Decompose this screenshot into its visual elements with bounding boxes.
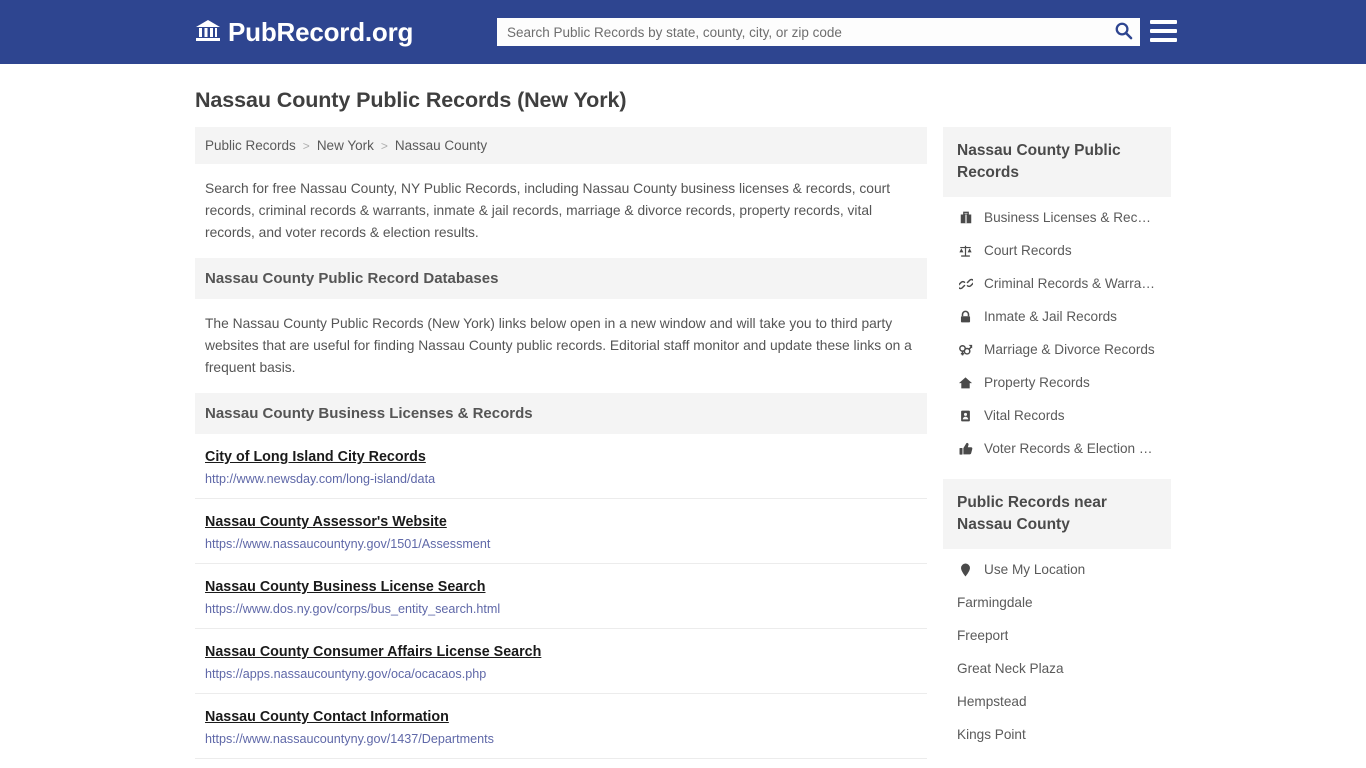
record-link-title[interactable]: City of Long Island City Records: [205, 449, 426, 465]
id-card-icon: [957, 409, 974, 423]
breadcrumb-item-new-york[interactable]: New York: [317, 138, 374, 153]
sidebar-nearby-list: Use My Location Farmingdale Freeport Gre…: [943, 549, 1171, 751]
briefcase-icon: [957, 211, 974, 225]
record-link-title[interactable]: Nassau County Assessor's Website: [205, 514, 447, 530]
scales-of-justice-icon: [957, 244, 974, 258]
sidebar-item-label: Court Records: [984, 243, 1072, 258]
breadcrumb: Public Records > New York > Nassau Count…: [195, 127, 927, 164]
record-link-url: https://www.dos.ny.gov/corps/bus_entity_…: [205, 602, 501, 616]
sidebar: Nassau County Public Records Business Li…: [943, 127, 1171, 751]
main-column: Public Records > New York > Nassau Count…: [195, 127, 927, 768]
record-link-title[interactable]: Nassau County Contact Information: [205, 709, 449, 725]
sidebar-nearby-heading: Public Records near Nassau County: [943, 479, 1171, 549]
site-logo-text: PubRecord.org: [228, 16, 414, 47]
sidebar-item-label: Farmingdale: [957, 595, 1033, 610]
sidebar-records-list: Business Licenses & Records Court Record…: [943, 197, 1171, 465]
hamburger-bar: [1150, 29, 1177, 33]
breadcrumb-item-public-records[interactable]: Public Records: [205, 138, 296, 153]
bank-building-icon: [195, 18, 221, 47]
databases-section-heading: Nassau County Public Record Databases: [195, 258, 927, 299]
record-link-url: http://www.newsday.com/long-island/data: [205, 472, 436, 486]
sidebar-item-criminal-records[interactable]: Criminal Records & Warrants: [943, 267, 1171, 300]
sidebar-item-label: Criminal Records & Warrants: [984, 276, 1157, 291]
record-link-title[interactable]: Nassau County Business License Search: [205, 579, 486, 595]
sidebar-item-freeport[interactable]: Freeport: [943, 619, 1171, 652]
sidebar-item-label: Freeport: [957, 628, 1009, 643]
sidebar-item-use-my-location[interactable]: Use My Location: [943, 553, 1171, 586]
search-bar: [497, 18, 1140, 46]
databases-section-description: The Nassau County Public Records (New Yo…: [205, 316, 912, 375]
sidebar-nearby-panel: Public Records near Nassau County Use My…: [943, 479, 1171, 751]
page-container: Nassau County Public Records (New York) …: [0, 64, 1366, 768]
sidebar-item-label: Great Neck Plaza: [957, 661, 1064, 676]
home-icon: [957, 376, 974, 390]
record-link-url: https://www.nassaucountyny.gov/1437/Depa…: [205, 732, 494, 746]
sidebar-item-label: Inmate & Jail Records: [984, 309, 1117, 324]
sidebar-item-great-neck-plaza[interactable]: Great Neck Plaza: [943, 652, 1171, 685]
sidebar-item-label: Use My Location: [984, 562, 1086, 577]
record-link-url: https://www.nassaucountyny.gov/1501/Asse…: [205, 537, 491, 551]
hamburger-menu-icon[interactable]: [1150, 18, 1177, 44]
sidebar-item-label: Marriage & Divorce Records: [984, 342, 1155, 357]
sidebar-item-label: Kings Point: [957, 727, 1026, 742]
sidebar-item-voter-records[interactable]: Voter Records & Election R…: [943, 432, 1171, 465]
search-input[interactable]: [497, 18, 1106, 46]
sidebar-records-panel: Nassau County Public Records Business Li…: [943, 127, 1171, 465]
sidebar-item-hempstead[interactable]: Hempstead: [943, 685, 1171, 718]
page-title: Nassau County Public Records (New York): [195, 88, 627, 112]
lock-icon: [957, 310, 974, 324]
hamburger-bar: [1150, 20, 1177, 24]
list-item: Nassau County Business License Search ht…: [195, 564, 927, 629]
list-item: Nassau County Contact Information https:…: [195, 694, 927, 759]
hamburger-bar: [1150, 38, 1177, 42]
thumbs-up-icon: [957, 442, 974, 456]
record-link-title[interactable]: Nassau County Consumer Affairs License S…: [205, 644, 541, 660]
sidebar-records-heading: Nassau County Public Records: [943, 127, 1171, 197]
breadcrumb-separator: >: [380, 138, 388, 153]
sidebar-item-label: Vital Records: [984, 408, 1065, 423]
sidebar-item-inmate-jail-records[interactable]: Inmate & Jail Records: [943, 300, 1171, 333]
content-columns: Public Records > New York > Nassau Count…: [195, 127, 1171, 768]
list-item: City of Long Island City Records http://…: [195, 434, 927, 499]
sidebar-item-label: Hempstead: [957, 694, 1027, 709]
list-item: Nassau County Consumer Affairs License S…: [195, 629, 927, 694]
breadcrumb-separator: >: [302, 138, 310, 153]
venus-mars-icon: [957, 343, 974, 357]
site-header: PubRecord.org: [0, 0, 1366, 64]
list-item: Nassau County Assessor's Website https:/…: [195, 499, 927, 564]
sidebar-item-label: Property Records: [984, 375, 1090, 390]
breadcrumb-item-nassau-county[interactable]: Nassau County: [395, 138, 487, 153]
see-all-row: See all Nassau County Business Licenses …: [195, 759, 927, 768]
sidebar-item-farmingdale[interactable]: Farmingdale: [943, 586, 1171, 619]
sidebar-item-marriage-divorce-records[interactable]: Marriage & Divorce Records: [943, 333, 1171, 366]
sidebar-item-court-records[interactable]: Court Records: [943, 234, 1171, 267]
search-button[interactable]: [1106, 18, 1140, 46]
handcuffs-icon: [957, 277, 974, 291]
map-pin-icon: [957, 563, 974, 577]
site-logo[interactable]: PubRecord.org: [195, 17, 413, 48]
sidebar-item-label: Business Licenses & Records: [984, 210, 1157, 225]
sidebar-item-property-records[interactable]: Property Records: [943, 366, 1171, 399]
sidebar-item-kings-point[interactable]: Kings Point: [943, 718, 1171, 751]
business-section-heading: Nassau County Business Licenses & Record…: [195, 393, 927, 434]
sidebar-item-label: Voter Records & Election R…: [984, 441, 1157, 456]
sidebar-item-business-licenses[interactable]: Business Licenses & Records: [943, 201, 1171, 234]
search-icon: [1114, 21, 1133, 43]
intro-paragraph: Search for free Nassau County, NY Public…: [205, 181, 891, 240]
sidebar-item-vital-records[interactable]: Vital Records: [943, 399, 1171, 432]
record-link-url: https://apps.nassaucountyny.gov/oca/ocac…: [205, 667, 487, 681]
